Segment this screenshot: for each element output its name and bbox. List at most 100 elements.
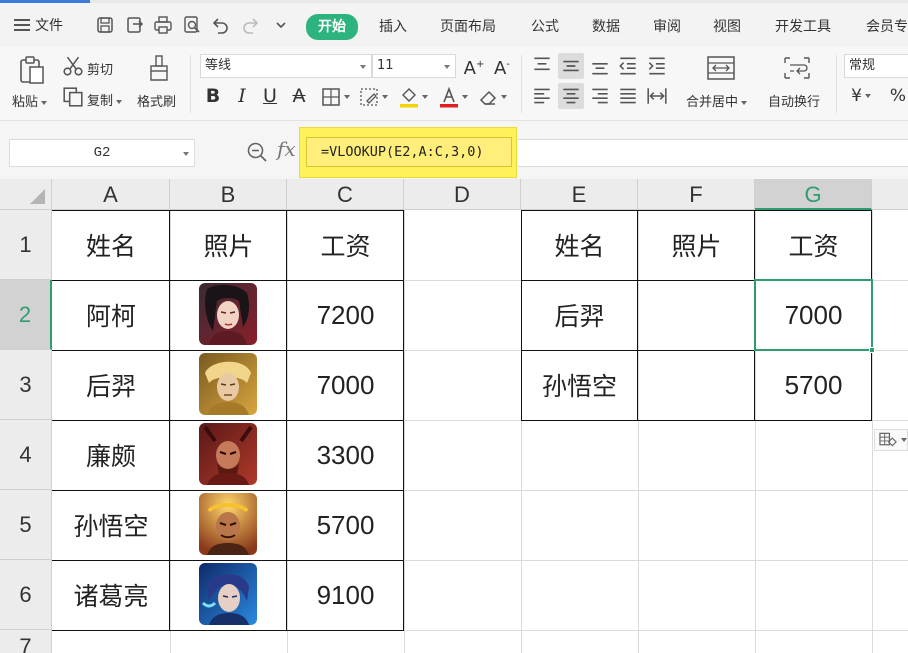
name-cell[interactable]: 廉颇 — [52, 420, 170, 490]
font-name-select[interactable]: 等线 — [200, 54, 372, 78]
bold-button[interactable]: B — [203, 85, 223, 107]
align-middle-button[interactable] — [558, 53, 584, 79]
row-header-4[interactable]: 4 — [0, 420, 52, 490]
copy-button[interactable] — [62, 86, 84, 108]
align-center-button[interactable] — [558, 83, 584, 109]
undo-button[interactable] — [209, 14, 231, 36]
italic-button[interactable]: I — [232, 85, 252, 107]
wrap-text-button[interactable] — [780, 53, 814, 83]
header-salary-cell[interactable]: 工资 — [287, 210, 404, 280]
file-menu[interactable]: 文件 — [14, 12, 63, 38]
save-button[interactable] — [94, 14, 116, 36]
row-header-3[interactable]: 3 — [0, 350, 52, 420]
name-cell[interactable]: 诸葛亮 — [52, 560, 170, 630]
lookup-header-photo-cell[interactable]: 照片 — [638, 210, 755, 280]
underline-button[interactable]: U — [260, 85, 280, 107]
tab-developer[interactable]: 开发工具 — [775, 15, 831, 39]
tab-formulas[interactable]: 公式 — [531, 15, 559, 39]
tab-home[interactable]: 开始 — [306, 14, 358, 40]
column-header-d[interactable]: D — [404, 179, 521, 210]
distribute-button[interactable] — [646, 85, 668, 107]
lookup-salary-cell[interactable]: 5700 — [755, 350, 872, 420]
number-format-select[interactable]: 常规 — [844, 54, 908, 78]
salary-cell[interactable]: 5700 — [287, 490, 404, 560]
avatar-photo[interactable] — [199, 563, 257, 625]
column-header-f[interactable]: F — [638, 179, 755, 210]
lookup-header-name-cell[interactable]: 姓名 — [521, 210, 638, 280]
fill-color-button[interactable] — [396, 85, 430, 109]
cut-button[interactable] — [62, 55, 84, 77]
decrease-font-button[interactable]: A- — [491, 54, 513, 79]
font-size-select[interactable]: 11 — [372, 54, 456, 78]
name-cell[interactable]: 后羿 — [52, 350, 170, 420]
wrap-text-label[interactable]: 自动换行 — [768, 91, 820, 110]
cut-label[interactable]: 剪切 — [87, 59, 113, 78]
insert-function-button[interactable]: fx — [277, 137, 296, 161]
tab-review[interactable]: 审阅 — [653, 15, 681, 39]
column-header-h[interactable] — [872, 179, 908, 210]
align-left-button[interactable] — [531, 85, 553, 107]
format-painter-label[interactable]: 格式刷 — [137, 91, 176, 110]
row-header-2[interactable]: 2 — [0, 280, 52, 350]
select-all-button[interactable] — [0, 179, 52, 210]
avatar-photo[interactable] — [199, 493, 257, 555]
increase-indent-button[interactable] — [646, 55, 668, 77]
name-box[interactable]: G2 — [9, 139, 195, 167]
borders-button[interactable] — [318, 86, 352, 108]
column-header-g[interactable]: G — [755, 179, 872, 210]
name-cell[interactable]: 孙悟空 — [52, 490, 170, 560]
copy-label[interactable]: 复制 — [87, 90, 123, 109]
row-header-5[interactable]: 5 — [0, 490, 52, 560]
format-painter-button[interactable] — [145, 52, 173, 84]
avatar-photo[interactable] — [199, 283, 257, 345]
align-right-button[interactable] — [589, 85, 611, 107]
cell-style-button[interactable] — [356, 86, 390, 108]
justify-button[interactable] — [617, 85, 639, 107]
redo-button[interactable] — [240, 14, 262, 36]
column-header-b[interactable]: B — [170, 179, 287, 210]
salary-cell[interactable]: 9100 — [287, 560, 404, 630]
tab-page-layout[interactable]: 页面布局 — [440, 15, 496, 39]
avatar-photo[interactable] — [199, 353, 257, 415]
fill-handle[interactable] — [869, 347, 875, 353]
percent-button[interactable]: % — [888, 85, 908, 107]
formula-input[interactable]: =VLOOKUP(E2,A:C,3,0) — [306, 137, 512, 167]
merge-center-button[interactable] — [704, 53, 738, 83]
salary-cell[interactable]: 7000 — [287, 350, 404, 420]
currency-button[interactable]: ¥ — [848, 85, 874, 107]
paste-label[interactable]: 粘贴 — [12, 91, 48, 110]
tab-member[interactable]: 会员专 — [866, 15, 908, 39]
increase-font-button[interactable]: A+ — [463, 54, 485, 79]
decrease-indent-button[interactable] — [617, 55, 639, 77]
column-header-e[interactable]: E — [521, 179, 638, 210]
tab-insert[interactable]: 插入 — [379, 15, 407, 39]
customize-quick-access-button[interactable] — [270, 14, 292, 36]
row-header-7[interactable]: 7 — [0, 630, 52, 653]
print-preview-button[interactable] — [181, 14, 203, 36]
tab-data[interactable]: 数据 — [592, 15, 620, 39]
name-cell[interactable]: 阿柯 — [52, 280, 170, 350]
lookup-name-cell[interactable]: 后羿 — [521, 280, 638, 350]
print-button[interactable] — [152, 14, 174, 36]
row-header-6[interactable]: 6 — [0, 560, 52, 630]
row-header-1[interactable]: 1 — [0, 210, 52, 280]
tab-view[interactable]: 视图 — [713, 15, 741, 39]
column-header-c[interactable]: C — [287, 179, 404, 210]
zoom-icon[interactable] — [246, 141, 268, 163]
column-header-a[interactable]: A — [52, 179, 170, 210]
header-name-cell[interactable]: 姓名 — [52, 210, 170, 280]
merge-center-label[interactable]: 合并居中 — [686, 91, 748, 110]
font-color-button[interactable] — [436, 85, 470, 109]
align-bottom-button[interactable] — [589, 55, 611, 77]
header-photo-cell[interactable]: 照片 — [170, 210, 287, 280]
align-top-button[interactable] — [531, 55, 553, 77]
lookup-header-salary-cell[interactable]: 工资 — [755, 210, 872, 280]
salary-cell[interactable]: 3300 — [287, 420, 404, 490]
strikethrough-button[interactable]: A — [289, 85, 309, 107]
paste-button[interactable] — [14, 52, 50, 88]
avatar-photo[interactable] — [199, 423, 257, 485]
export-button[interactable] — [124, 14, 146, 36]
lookup-name-cell[interactable]: 孙悟空 — [521, 350, 638, 420]
clear-button[interactable] — [475, 85, 509, 109]
salary-cell[interactable]: 7200 — [287, 280, 404, 350]
